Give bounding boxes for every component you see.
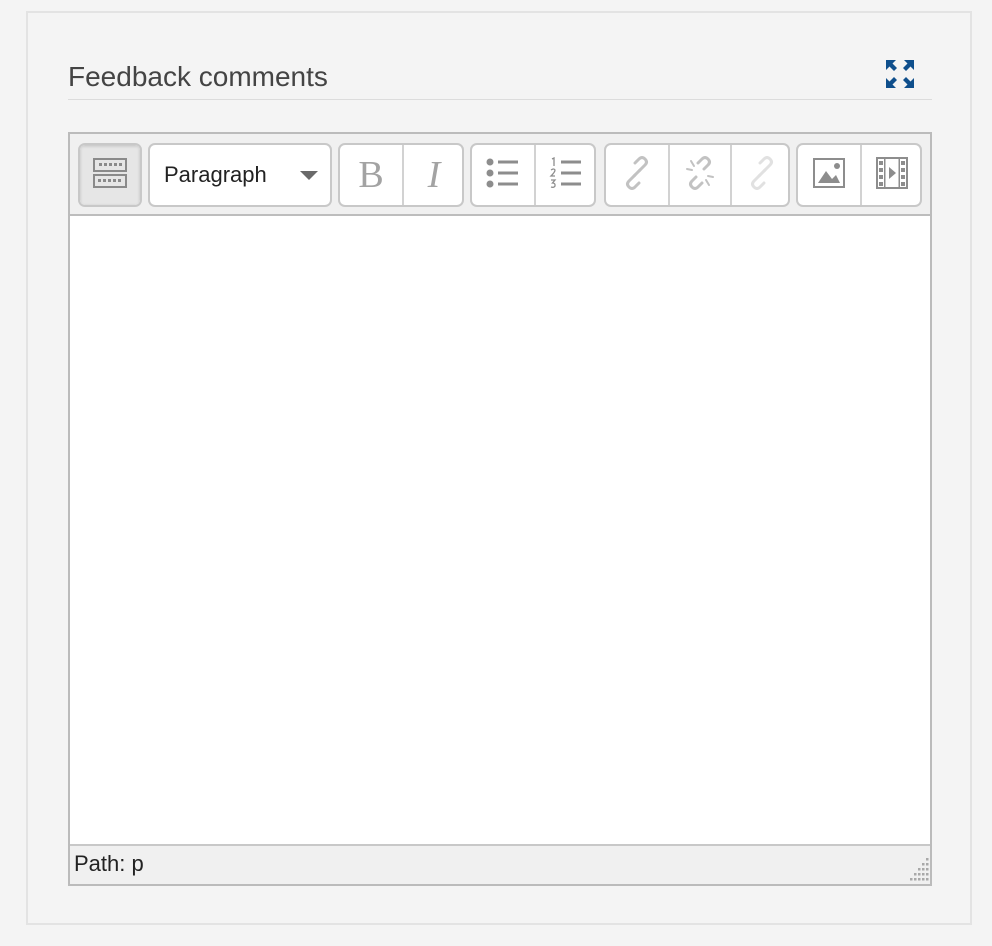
list-group	[470, 143, 596, 207]
format-select[interactable]: Paragraph	[148, 143, 332, 207]
numbered-list-button[interactable]	[534, 145, 594, 205]
editor-toolbar: Paragraph B I	[70, 134, 930, 216]
section-heading: Feedback comments	[68, 61, 328, 92]
numbered-list-icon	[549, 156, 583, 194]
bold-icon: B	[358, 154, 384, 196]
chevron-down-icon	[300, 171, 318, 180]
rich-text-editor: Paragraph B I Path: p	[68, 132, 932, 886]
image-icon	[813, 157, 845, 193]
anchor-button[interactable]	[730, 145, 788, 205]
toolbar-toggle-button[interactable]	[80, 145, 140, 205]
format-select-value: Paragraph	[164, 162, 267, 187]
unlink-button[interactable]	[668, 145, 730, 205]
link-icon	[620, 155, 654, 195]
italic-button[interactable]: I	[402, 145, 462, 205]
link-group	[604, 143, 790, 207]
bullet-list-button[interactable]	[472, 145, 534, 205]
expand-arrows-icon[interactable]	[884, 58, 916, 90]
link-button[interactable]	[606, 145, 668, 205]
element-path[interactable]: Path: p	[74, 846, 144, 882]
toolbar-toggle-group	[78, 143, 142, 207]
editor-statusbar: Path: p	[70, 844, 930, 884]
section-header: Feedback comments	[68, 58, 932, 100]
italic-icon: I	[427, 154, 441, 196]
anchor-link-icon	[745, 155, 779, 195]
keyboard-toggle-icon	[93, 157, 127, 193]
bold-button[interactable]: B	[340, 145, 402, 205]
film-icon	[876, 156, 908, 194]
image-button[interactable]	[798, 145, 860, 205]
media-group	[796, 143, 922, 207]
resize-grip-icon[interactable]	[900, 856, 930, 884]
bullet-list-icon	[486, 157, 520, 194]
editor-content-area[interactable]	[70, 216, 930, 844]
text-style-group: B I	[338, 143, 464, 207]
unlink-icon	[683, 155, 717, 195]
media-button[interactable]	[860, 145, 920, 205]
